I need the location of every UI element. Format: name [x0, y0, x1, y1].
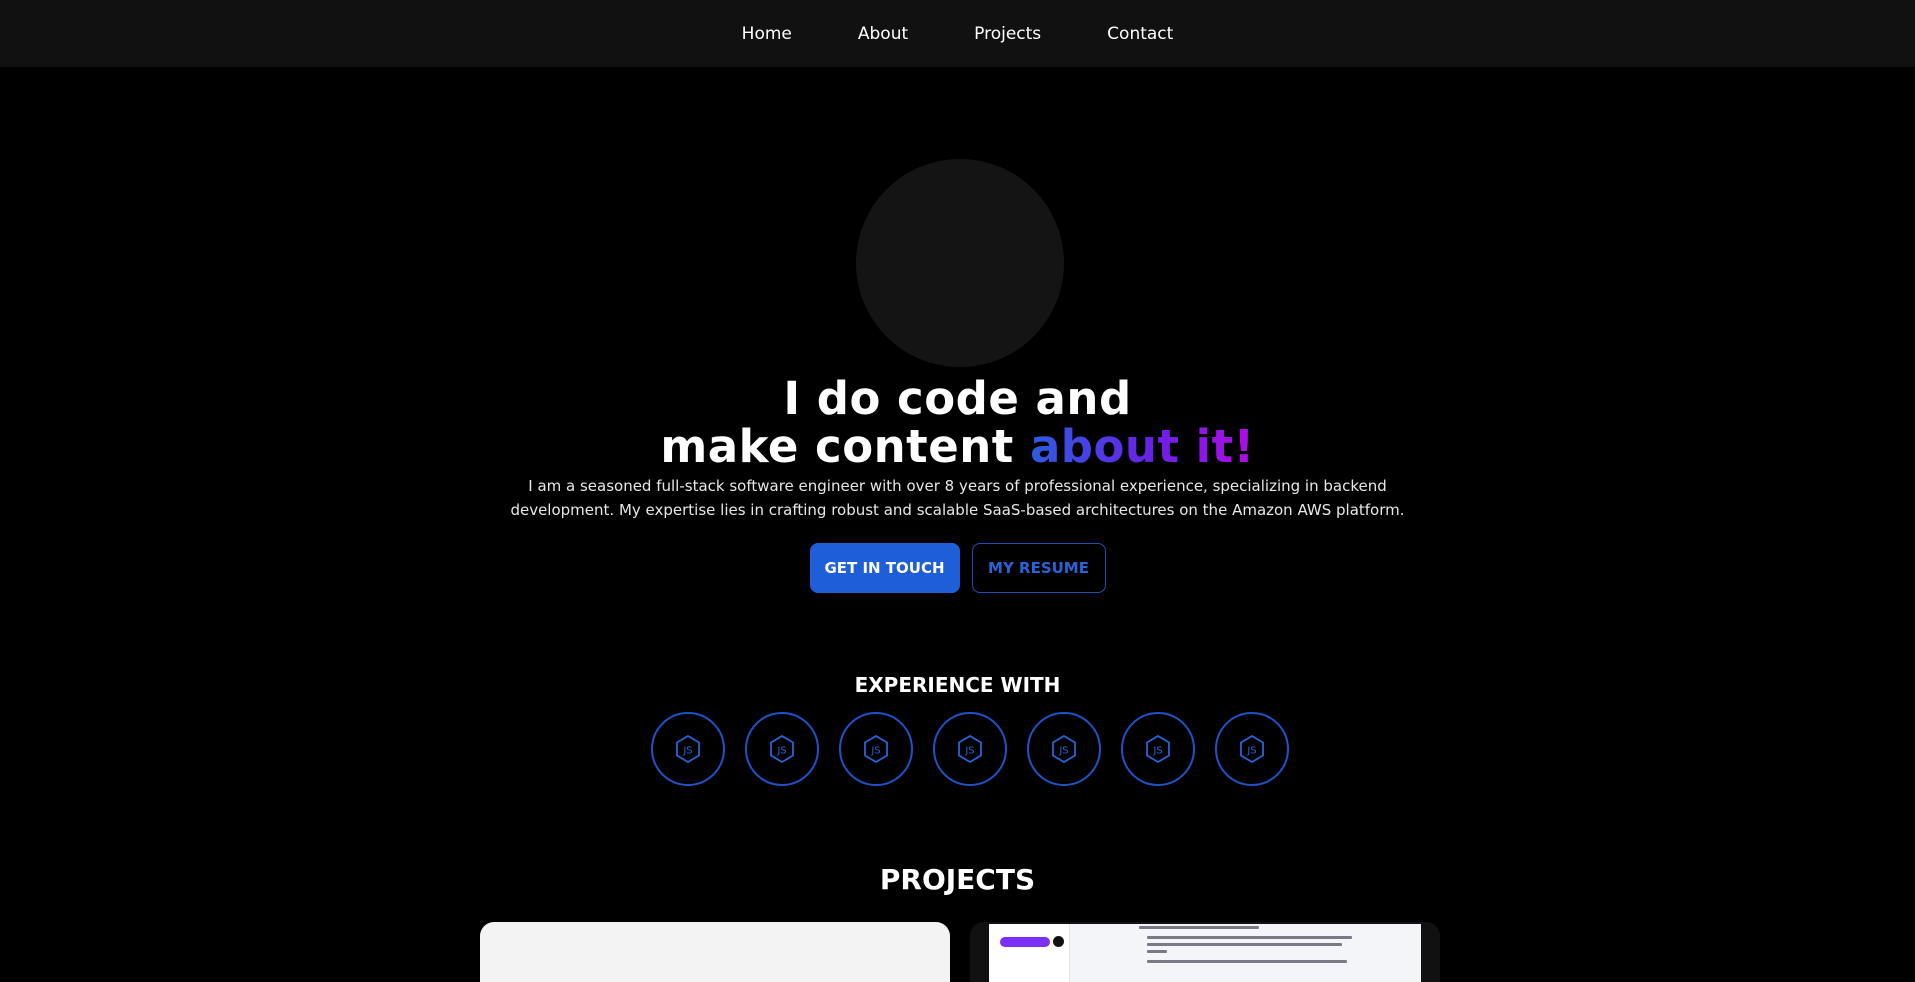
projects-title: PROJECTS	[879, 863, 1036, 896]
profile-avatar	[856, 159, 1064, 367]
js-icon: JS	[1052, 735, 1076, 763]
hero-intro-text: I am a seasoned full-stack software engi…	[510, 477, 1405, 519]
js-icon: JS	[958, 735, 982, 763]
screenshot-sidebar	[989, 924, 1070, 982]
svg-text:JS: JS	[964, 746, 974, 757]
my-resume-button[interactable]: MY RESUME	[971, 543, 1106, 593]
tech-icon-row: JS JS JS JS JS JS JS	[651, 712, 1289, 786]
svg-text:JS: JS	[870, 746, 880, 757]
svg-text:JS: JS	[682, 746, 692, 757]
screenshot-text-line	[1147, 960, 1347, 963]
nav-link-about[interactable]: About	[858, 24, 908, 44]
headline-line-2: make content	[660, 420, 1030, 473]
js-icon: JS	[1240, 735, 1264, 763]
tech-item[interactable]: JS	[1027, 712, 1101, 786]
js-icon: JS	[676, 735, 700, 763]
project-card[interactable]	[480, 922, 950, 982]
tech-item[interactable]: JS	[745, 712, 819, 786]
svg-text:JS: JS	[1058, 746, 1068, 757]
screenshot-button	[1000, 937, 1050, 947]
nav-link-projects[interactable]: Projects	[974, 24, 1041, 44]
tech-item[interactable]: JS	[1215, 712, 1289, 786]
experience-title: EXPERIENCE WITH	[854, 673, 1061, 697]
headline-line-1: I do code and	[783, 372, 1132, 425]
svg-text:JS: JS	[1152, 746, 1162, 757]
nav-link-contact[interactable]: Contact	[1107, 24, 1173, 44]
project-card[interactable]	[970, 922, 1440, 982]
tech-item[interactable]: JS	[933, 712, 1007, 786]
headline-highlight: about it!	[1029, 420, 1255, 473]
tech-item[interactable]: JS	[651, 712, 725, 786]
svg-text:JS: JS	[1246, 746, 1256, 757]
js-icon: JS	[770, 735, 794, 763]
svg-text:JS: JS	[776, 746, 786, 757]
get-in-touch-button[interactable]: GET IN TOUCH	[809, 543, 960, 593]
hero-headline: I do code and make content about it!	[0, 375, 1915, 471]
js-icon: JS	[1146, 735, 1170, 763]
screenshot-avatar	[1053, 936, 1064, 947]
screenshot-text-line	[1147, 950, 1167, 953]
tech-item[interactable]: JS	[1121, 712, 1195, 786]
screenshot-text-line	[1139, 926, 1259, 929]
top-navbar: Home About Projects Contact	[0, 0, 1915, 67]
project-screenshot	[989, 924, 1421, 982]
nav-link-home[interactable]: Home	[742, 24, 792, 44]
tech-item[interactable]: JS	[839, 712, 913, 786]
hero-buttons: GET IN TOUCH MY RESUME	[0, 543, 1915, 593]
js-icon: JS	[864, 735, 888, 763]
screenshot-text-line	[1147, 936, 1352, 939]
screenshot-text-line	[1147, 943, 1342, 946]
